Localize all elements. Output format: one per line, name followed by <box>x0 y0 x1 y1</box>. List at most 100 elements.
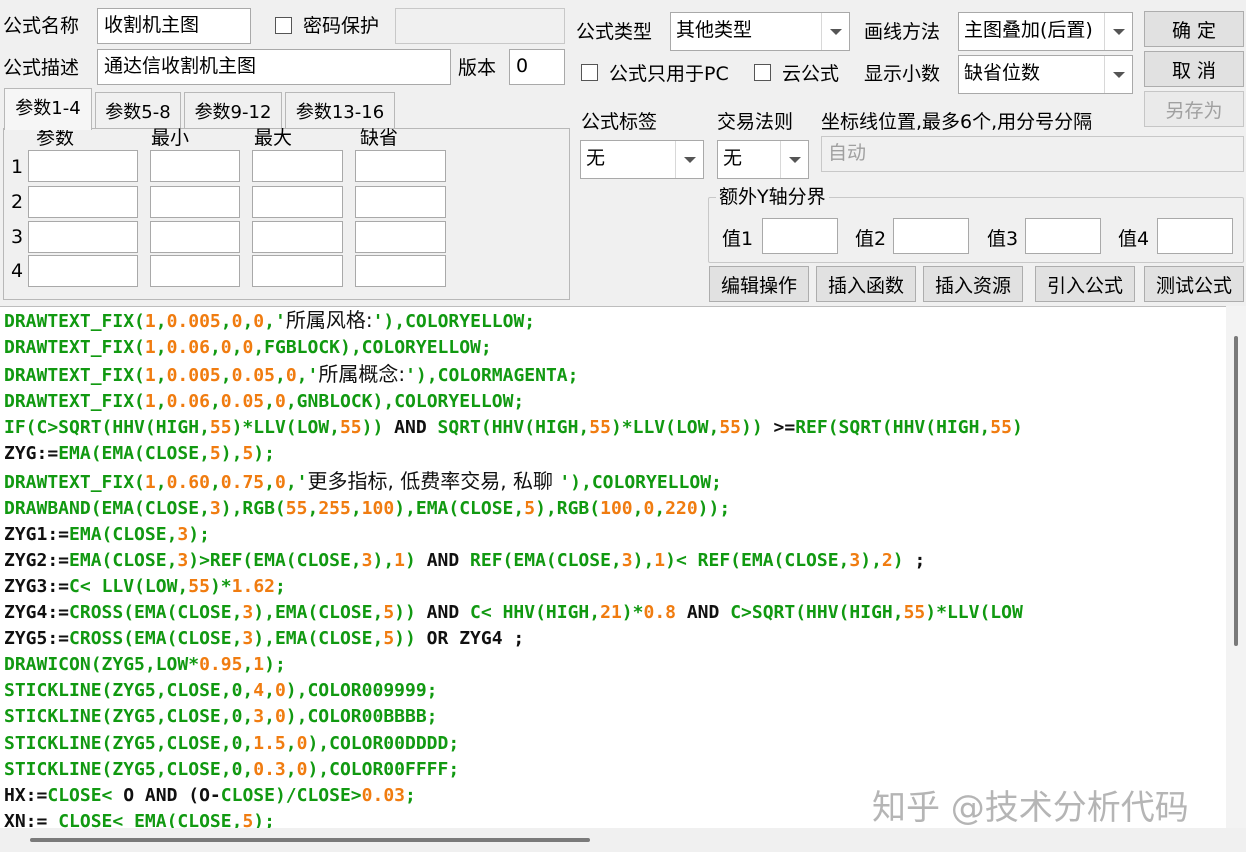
param-min-input[interactable] <box>150 150 240 182</box>
tab-params-13-16[interactable]: 参数13-16 <box>285 92 395 128</box>
import-formula-button[interactable]: 引入公式 <box>1035 266 1135 302</box>
param-max-input[interactable] <box>252 221 343 253</box>
code-token: 3 <box>849 549 861 571</box>
code-token: 5 <box>524 497 536 519</box>
code-token: 5 <box>242 810 254 828</box>
param-default-input[interactable] <box>355 221 446 253</box>
code-line[interactable]: DRAWICON(ZYG5,LOW*0.95,1); <box>0 652 1226 678</box>
code-line[interactable]: DRAWTEXT_FIX(1,0.06,0,0,FGBLOCK),COLORYE… <box>0 335 1226 361</box>
chevron-down-icon[interactable] <box>1104 13 1132 50</box>
tab-params-5-8[interactable]: 参数5-8 <box>95 92 181 128</box>
code-line[interactable]: STICKLINE(ZYG5,CLOSE,0,1.5,0),COLOR00DDD… <box>0 731 1226 757</box>
param-min-input[interactable] <box>150 221 240 253</box>
param-max-input[interactable] <box>252 150 343 182</box>
code-token: '),COLORMAGENTA; <box>405 365 579 387</box>
tab-params-1-4[interactable]: 参数1-4 <box>4 88 92 130</box>
chevron-down-icon[interactable] <box>1104 56 1132 93</box>
code-line[interactable]: IF(C>SQRT(HHV(HIGH,55)*LLV(LOW,55)) AND … <box>0 415 1226 441</box>
decimals-select[interactable]: 缺省位数 <box>958 55 1133 94</box>
draw-method-select[interactable]: 主图叠加(后置) <box>958 12 1133 51</box>
decimals-label: 显示小数 <box>864 63 941 85</box>
param-name-input[interactable] <box>28 186 138 218</box>
code-token: 0 <box>296 732 308 754</box>
code-token: REF(EMA(CLOSE, <box>470 549 622 571</box>
code-token: CROSS(EMA(CLOSE, <box>69 628 243 650</box>
cancel-button[interactable]: 取 消 <box>1144 51 1244 87</box>
param-name-input[interactable] <box>28 255 138 287</box>
formula-desc-input[interactable]: 通达信收割机主图 <box>97 49 451 85</box>
code-line[interactable]: STICKLINE(ZYG5,CLOSE,0,0.3,0),COLOR00FFF… <box>0 757 1226 783</box>
code-token: , <box>632 497 644 519</box>
param-min-input[interactable] <box>150 186 240 218</box>
code-line[interactable]: STICKLINE(ZYG5,CLOSE,0,4,0),COLOR009999; <box>0 678 1226 704</box>
y-value-3-input[interactable] <box>1025 218 1101 254</box>
formula-tag-select[interactable]: 无 <box>580 140 704 179</box>
formula-type-select[interactable]: 其他类型 <box>670 12 850 51</box>
y-value-1-input[interactable] <box>762 218 838 254</box>
password-input[interactable] <box>395 8 565 44</box>
coord-line-input[interactable]: 自动 <box>821 136 1244 172</box>
param-max-input[interactable] <box>252 255 343 287</box>
code-token: 1 <box>144 391 156 413</box>
horizontal-scrollbar[interactable] <box>0 828 1246 852</box>
code-line[interactable]: DRAWTEXT_FIX(1,0.005,0.05,0,'所属概念:'),COL… <box>0 361 1226 389</box>
code-token: 0 <box>242 337 254 359</box>
code-token: ZYG2:= <box>4 549 70 571</box>
horizontal-scroll-thumb[interactable] <box>30 838 590 842</box>
pc-only-checkbox[interactable] <box>581 64 598 81</box>
code-line[interactable]: DRAWTEXT_FIX(1,0.60,0.75,0,'更多指标, 低费率交易,… <box>0 468 1226 496</box>
code-token: , <box>209 337 221 359</box>
y-value-2-input[interactable] <box>893 218 969 254</box>
insert-resource-button[interactable]: 插入资源 <box>923 266 1023 302</box>
cloud-formula-checkbox[interactable] <box>754 64 771 81</box>
param-default-input[interactable] <box>355 186 446 218</box>
vertical-scrollbar[interactable] <box>1226 306 1246 828</box>
code-line[interactable]: ZYG2:=EMA(CLOSE,3)>REF(EMA(CLOSE,3),1) A… <box>0 548 1226 574</box>
pc-only-label: 公式只用于PC <box>609 63 729 85</box>
chevron-down-icon[interactable] <box>675 141 703 178</box>
chevron-down-icon[interactable] <box>780 141 808 178</box>
code-editor[interactable]: DRAWTEXT_FIX(1,0.005,0,0,'所属风格:'),COLORY… <box>0 306 1226 828</box>
param-name-input[interactable] <box>28 221 138 253</box>
formula-tag-label: 公式标签 <box>581 111 658 133</box>
code-line[interactable]: STICKLINE(ZYG5,CLOSE,0,3,0),COLOR00BBBB; <box>0 704 1226 730</box>
save-as-button[interactable]: 另存为 <box>1144 91 1244 127</box>
code-line[interactable]: DRAWTEXT_FIX(1,0.005,0,0,'所属风格:'),COLORY… <box>0 307 1226 335</box>
code-token: STICKLINE(ZYG5,CLOSE,0, <box>4 732 254 754</box>
param-max-input[interactable] <box>252 186 343 218</box>
version-input[interactable]: 0 <box>509 49 565 85</box>
test-formula-button[interactable]: 测试公式 <box>1144 266 1244 302</box>
code-token: ,FGBLOCK),COLORYELLOW; <box>253 337 492 359</box>
ok-button[interactable]: 确 定 <box>1144 11 1244 47</box>
code-line[interactable]: ZYG1:=EMA(CLOSE,3); <box>0 522 1226 548</box>
y-value-4-input[interactable] <box>1157 218 1233 254</box>
code-token: 55 <box>903 602 926 624</box>
tab-params-9-12[interactable]: 参数9-12 <box>184 92 282 128</box>
y-value-3-label: 值3 <box>987 228 1019 250</box>
trade-rule-select[interactable]: 无 <box>717 140 809 179</box>
param-header-min: 最小 <box>151 127 190 149</box>
insert-function-button[interactable]: 插入函数 <box>816 266 916 302</box>
code-line[interactable]: DRAWTEXT_FIX(1,0.06,0.05,0,GNBLOCK),COLO… <box>0 389 1226 415</box>
code-line[interactable]: ZYG:=EMA(EMA(CLOSE,5),5); <box>0 441 1226 467</box>
param-row-number: 4 <box>11 260 24 282</box>
code-token: 3 <box>361 549 373 571</box>
code-token: IF(C>SQRT(HHV(HIGH, <box>4 417 210 439</box>
password-checkbox[interactable] <box>275 17 292 34</box>
param-default-input[interactable] <box>355 150 446 182</box>
param-default-input[interactable] <box>355 255 446 287</box>
param-min-input[interactable] <box>150 255 240 287</box>
code-token: XN:= <box>4 810 59 828</box>
code-line[interactable]: DRAWBAND(EMA(CLOSE,3),RGB(55,255,100),EM… <box>0 496 1226 522</box>
param-name-input[interactable] <box>28 150 138 182</box>
chevron-down-icon[interactable] <box>821 13 849 50</box>
formula-name-input[interactable]: 收割机主图 <box>97 8 251 44</box>
code-line[interactable]: ZYG3:=C< LLV(LOW,55)*1.62; <box>0 574 1226 600</box>
code-line[interactable]: ZYG4:=CROSS(EMA(CLOSE,3),EMA(CLOSE,5)) A… <box>0 600 1226 626</box>
edit-operation-button[interactable]: 编辑操作 <box>709 266 809 302</box>
code-line[interactable]: ZYG5:=CROSS(EMA(CLOSE,3),EMA(CLOSE,5)) O… <box>0 626 1226 652</box>
code-token: 5 <box>383 628 395 650</box>
code-token: )) <box>741 417 763 439</box>
code-token: , <box>209 471 221 493</box>
vertical-scroll-thumb[interactable] <box>1234 336 1238 646</box>
